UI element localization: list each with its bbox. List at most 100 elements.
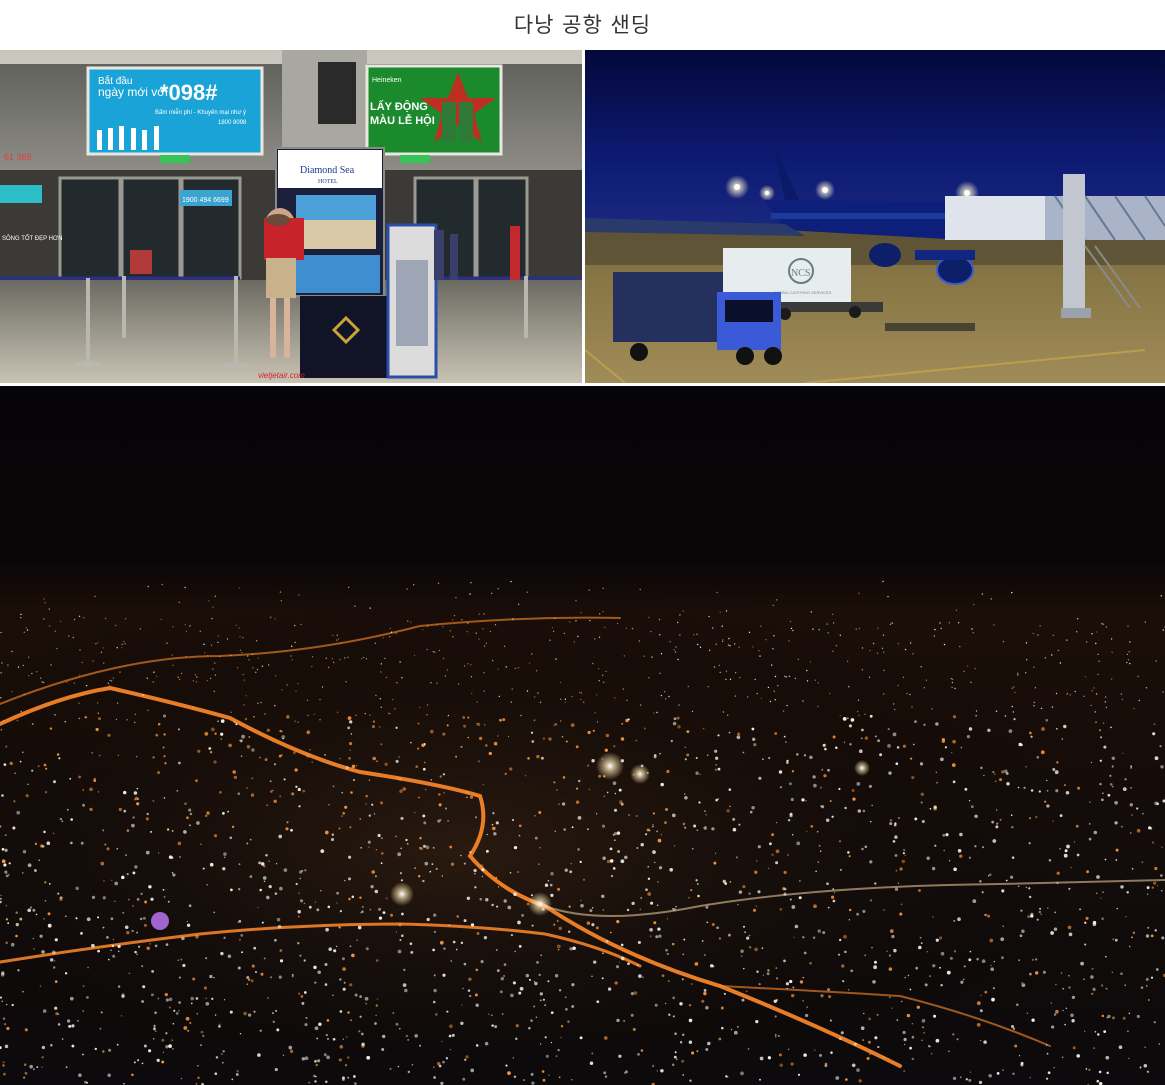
city-light bbox=[760, 625, 762, 627]
city-light bbox=[789, 812, 793, 816]
city-light bbox=[728, 637, 730, 640]
city-light bbox=[73, 682, 76, 684]
city-light bbox=[660, 694, 663, 697]
city-light bbox=[681, 978, 684, 981]
city-light bbox=[241, 734, 245, 739]
city-light bbox=[500, 976, 505, 981]
city-light bbox=[433, 988, 437, 993]
city-light bbox=[424, 861, 429, 866]
city-light bbox=[315, 1063, 318, 1067]
city-light bbox=[346, 1036, 348, 1038]
city-light bbox=[980, 766, 983, 770]
city-light bbox=[777, 1035, 780, 1037]
city-light bbox=[539, 992, 543, 996]
city-light bbox=[1062, 987, 1065, 990]
city-light bbox=[773, 635, 775, 637]
city-light bbox=[255, 971, 257, 974]
city-light bbox=[883, 669, 885, 672]
city-light bbox=[1004, 715, 1007, 717]
city-light bbox=[67, 1019, 71, 1023]
city-light bbox=[888, 954, 892, 957]
city-light bbox=[596, 1000, 600, 1004]
city-light bbox=[490, 1014, 493, 1017]
city-light bbox=[1162, 691, 1164, 693]
city-light bbox=[851, 1063, 856, 1068]
city-light bbox=[580, 903, 584, 908]
city-light bbox=[952, 1033, 955, 1036]
city-light bbox=[848, 855, 851, 858]
city-light bbox=[397, 949, 402, 954]
city-light bbox=[957, 622, 960, 624]
city-light bbox=[491, 592, 493, 594]
city-light bbox=[27, 863, 32, 868]
city-light bbox=[1127, 659, 1130, 661]
page-title: 다낭 공항 샌딩 bbox=[513, 13, 652, 37]
city-light bbox=[911, 1057, 914, 1061]
city-light bbox=[759, 1056, 764, 1061]
city-light bbox=[69, 996, 74, 1001]
city-light bbox=[375, 959, 379, 962]
city-light bbox=[786, 759, 789, 763]
city-light bbox=[1111, 785, 1114, 788]
city-light bbox=[993, 624, 995, 626]
city-light bbox=[37, 765, 40, 768]
city-light bbox=[729, 805, 731, 808]
city-light bbox=[1028, 842, 1031, 845]
city-light bbox=[379, 698, 381, 700]
city-light bbox=[426, 704, 429, 706]
city-light bbox=[677, 725, 681, 729]
city-light bbox=[1062, 1009, 1064, 1012]
city-light bbox=[1, 794, 4, 797]
city-light bbox=[554, 830, 557, 833]
city-light bbox=[513, 845, 518, 850]
city-light bbox=[206, 811, 210, 815]
city-light bbox=[861, 737, 863, 739]
city-light bbox=[195, 1082, 198, 1085]
city-light bbox=[2, 1061, 5, 1064]
city-light bbox=[718, 1037, 722, 1041]
city-light bbox=[773, 690, 775, 692]
city-light bbox=[436, 682, 438, 684]
city-light bbox=[672, 721, 677, 726]
city-light bbox=[1016, 1003, 1019, 1006]
city-light bbox=[952, 678, 954, 680]
city-light bbox=[990, 598, 992, 600]
city-light bbox=[856, 912, 859, 916]
city-light bbox=[716, 591, 718, 594]
city-light bbox=[361, 658, 363, 660]
city-light bbox=[1002, 925, 1004, 927]
city-light bbox=[488, 1013, 490, 1015]
city-light bbox=[817, 861, 820, 863]
city-light bbox=[981, 959, 986, 964]
city-light bbox=[511, 818, 515, 822]
city-light bbox=[705, 814, 707, 816]
city-light bbox=[741, 998, 745, 1002]
city-light bbox=[31, 672, 33, 675]
city-light bbox=[518, 991, 522, 995]
city-light bbox=[803, 1053, 807, 1057]
city-light bbox=[882, 1056, 885, 1059]
city-light bbox=[0, 996, 3, 999]
city-light bbox=[171, 654, 173, 656]
city-light bbox=[309, 748, 311, 751]
city-light bbox=[1053, 927, 1058, 931]
city-light bbox=[126, 829, 130, 832]
city-light bbox=[637, 940, 641, 945]
city-light bbox=[509, 767, 513, 771]
city-light bbox=[407, 1038, 410, 1041]
city-light bbox=[336, 711, 339, 713]
viettel-number: *098# bbox=[160, 80, 218, 105]
city-light bbox=[1035, 815, 1038, 819]
city-light bbox=[1001, 770, 1005, 774]
city-light bbox=[779, 1063, 783, 1068]
city-light bbox=[623, 655, 625, 657]
city-light bbox=[832, 622, 835, 624]
city-light bbox=[347, 726, 351, 730]
city-light bbox=[1159, 745, 1162, 748]
city-light bbox=[465, 790, 469, 794]
city-light bbox=[47, 923, 52, 928]
city-light bbox=[931, 1053, 933, 1055]
city-light bbox=[531, 1081, 535, 1085]
city-light bbox=[15, 911, 18, 914]
city-light bbox=[973, 603, 975, 606]
